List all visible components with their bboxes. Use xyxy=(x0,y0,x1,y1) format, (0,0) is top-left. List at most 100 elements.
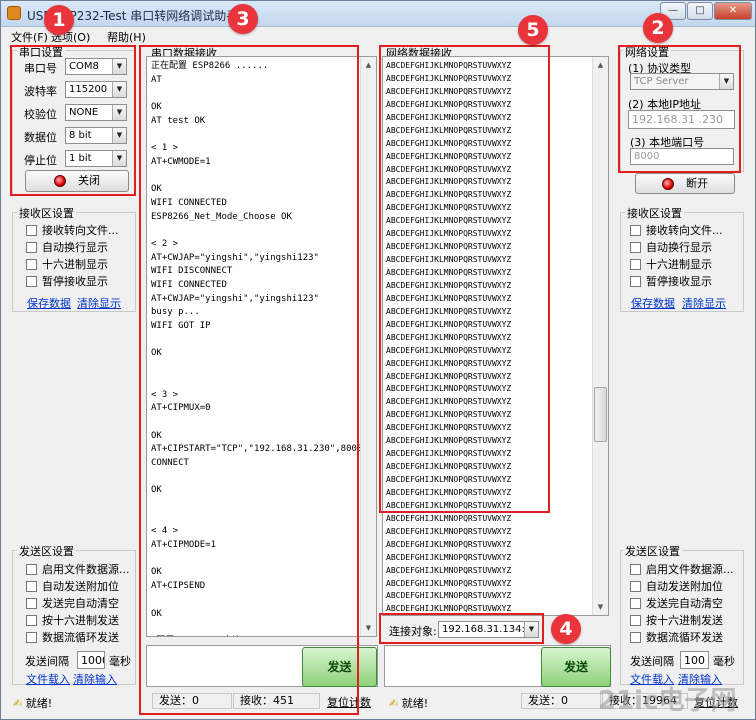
checkbox-icon xyxy=(26,598,37,609)
right-recv-option-pause[interactable]: 暂停接收显示 xyxy=(630,275,712,289)
menu-file[interactable]: 文件(F) xyxy=(11,29,48,45)
right-send-option-file-source[interactable]: 启用文件数据源... xyxy=(630,563,734,577)
left-send-title: 发送区设置 xyxy=(17,543,76,559)
net-rx-scrollbar[interactable]: ▲ ▼ xyxy=(592,57,608,615)
annotation-badge-1: 1 xyxy=(44,5,74,35)
checkbox-icon xyxy=(630,615,641,626)
right-send-option-hex[interactable]: 按十六进制发送 xyxy=(630,614,723,628)
right-recv-option-wrap[interactable]: 自动换行显示 xyxy=(630,241,712,255)
menu-help[interactable]: 帮助(H) xyxy=(107,29,146,45)
right-recv-option-hex[interactable]: 十六进制显示 xyxy=(630,258,712,272)
checkbox-icon xyxy=(630,564,641,575)
checkbox-icon xyxy=(26,242,37,253)
checkbox-icon xyxy=(26,632,37,643)
right-recv-title: 接收区设置 xyxy=(625,205,684,221)
left-send-option-autoclear[interactable]: 发送完自动清空 xyxy=(26,597,119,611)
net-rx-line: ABCDEFGHIJKLMNOPQRSTUVWXYZ xyxy=(386,539,512,549)
annotation-badge-2: 2 xyxy=(643,13,673,43)
left-save-data-link[interactable]: 保存数据 xyxy=(27,295,71,311)
highlight-net-settings xyxy=(618,45,741,173)
left-status: ✍ 就绪! xyxy=(13,695,52,711)
option-label: 数据流循环发送 xyxy=(646,631,723,644)
checkbox-icon xyxy=(26,564,37,575)
status-led-icon xyxy=(662,178,674,190)
checkbox-icon xyxy=(26,581,37,592)
title-bar: USR-TCP232-Test 串口转网络调试助手 — □ ✕ xyxy=(1,1,755,27)
left-interval-input[interactable]: 1000 xyxy=(77,651,105,669)
net-rx-line: ABCDEFGHIJKLMNOPQRSTUVWXYZ xyxy=(386,578,512,588)
app-icon xyxy=(7,6,21,20)
option-label: 自动发送附加位 xyxy=(42,580,119,593)
right-save-data-link[interactable]: 保存数据 xyxy=(631,295,675,311)
close-icon[interactable]: ✕ xyxy=(714,2,752,20)
option-label: 数据流循环发送 xyxy=(42,631,119,644)
maximize-icon[interactable]: □ xyxy=(687,2,713,20)
left-recv-option-wrap[interactable]: 自动换行显示 xyxy=(26,241,108,255)
net-toggle-label: 断开 xyxy=(686,177,708,190)
menu-bar: 文件(F) 选项(O) 帮助(H) xyxy=(1,28,755,44)
checkbox-icon xyxy=(630,581,641,592)
left-send-option-append[interactable]: 自动发送附加位 xyxy=(26,580,119,594)
right-ready-text: 就绪! xyxy=(401,697,429,710)
left-send-option-file-source[interactable]: 启用文件数据源... xyxy=(26,563,130,577)
checkbox-icon xyxy=(26,615,37,626)
annotation-badge-5: 5 xyxy=(518,15,548,45)
left-clear-input-link[interactable]: 清除输入 xyxy=(73,671,117,687)
scroll-up-icon[interactable]: ▲ xyxy=(593,57,608,73)
option-label: 按十六进制发送 xyxy=(646,614,723,627)
serial-rx-scrollbar[interactable]: ▲ ▼ xyxy=(360,57,376,636)
watermark-logo: 21ic电子网 xyxy=(598,686,737,716)
net-rx-line: ABCDEFGHIJKLMNOPQRSTUVWXYZ xyxy=(386,591,512,601)
left-ready-text: 就绪! xyxy=(25,697,53,710)
checkbox-icon xyxy=(630,259,641,270)
option-label: 暂停接收显示 xyxy=(646,275,712,288)
option-label: 按十六进制发送 xyxy=(42,614,119,627)
left-interval-label: 发送间隔 xyxy=(25,655,69,668)
checkbox-icon xyxy=(630,632,641,643)
scroll-up-icon[interactable]: ▲ xyxy=(361,57,376,73)
checkbox-icon xyxy=(630,242,641,253)
left-recv-option-hex[interactable]: 十六进制显示 xyxy=(26,258,108,272)
highlight-net-rx xyxy=(379,45,550,513)
right-interval-input[interactable]: 100 xyxy=(680,651,709,669)
option-label: 发送完自动清空 xyxy=(42,597,119,610)
option-label: 启用文件数据源... xyxy=(42,563,130,576)
net-toggle-button[interactable]: 断开 xyxy=(635,173,735,194)
net-sent-count: 发送：0 xyxy=(521,693,601,709)
option-label: 接收转向文件... xyxy=(42,224,119,237)
right-interval-label: 发送间隔 xyxy=(630,655,674,668)
option-label: 接收转向文件... xyxy=(646,224,723,237)
option-label: 自动换行显示 xyxy=(646,241,712,254)
option-label: 十六进制显示 xyxy=(646,258,712,271)
net-rx-line: ABCDEFGHIJKLMNOPQRSTUVWXYZ xyxy=(386,552,512,562)
right-send-option-append[interactable]: 自动发送附加位 xyxy=(630,580,723,594)
option-label: 十六进制显示 xyxy=(42,258,108,271)
checkbox-icon xyxy=(630,598,641,609)
scroll-down-icon[interactable]: ▼ xyxy=(361,620,376,636)
option-label: 暂停接收显示 xyxy=(42,275,108,288)
checkbox-icon xyxy=(26,276,37,287)
scroll-thumb[interactable] xyxy=(594,387,607,442)
option-label: 自动换行显示 xyxy=(42,241,108,254)
annotation-badge-4: 4 xyxy=(551,614,581,644)
highlight-target xyxy=(379,613,544,644)
left-send-option-loop[interactable]: 数据流循环发送 xyxy=(26,631,119,645)
left-send-option-hex[interactable]: 按十六进制发送 xyxy=(26,614,119,628)
left-recv-title: 接收区设置 xyxy=(17,205,76,221)
left-file-load-link[interactable]: 文件载入 xyxy=(26,671,70,687)
checkbox-icon xyxy=(26,259,37,270)
left-recv-option-to-file[interactable]: 接收转向文件... xyxy=(26,224,119,238)
scroll-down-icon[interactable]: ▼ xyxy=(593,599,608,615)
right-send-option-loop[interactable]: 数据流循环发送 xyxy=(630,631,723,645)
right-recv-option-to-file[interactable]: 接收转向文件... xyxy=(630,224,723,238)
left-recv-option-pause[interactable]: 暂停接收显示 xyxy=(26,275,108,289)
highlight-serial-settings xyxy=(10,45,136,196)
checkbox-icon xyxy=(630,225,641,236)
checkbox-icon xyxy=(26,225,37,236)
net-rx-line: ABCDEFGHIJKLMNOPQRSTUVWXYZ xyxy=(386,513,512,523)
left-clear-display-link[interactable]: 清除显示 xyxy=(77,295,121,311)
net-rx-line: ABCDEFGHIJKLMNOPQRSTUVWXYZ xyxy=(386,565,512,575)
right-clear-display-link[interactable]: 清除显示 xyxy=(682,295,726,311)
right-send-option-autoclear[interactable]: 发送完自动清空 xyxy=(630,597,723,611)
annotation-badge-3: 3 xyxy=(228,4,258,34)
